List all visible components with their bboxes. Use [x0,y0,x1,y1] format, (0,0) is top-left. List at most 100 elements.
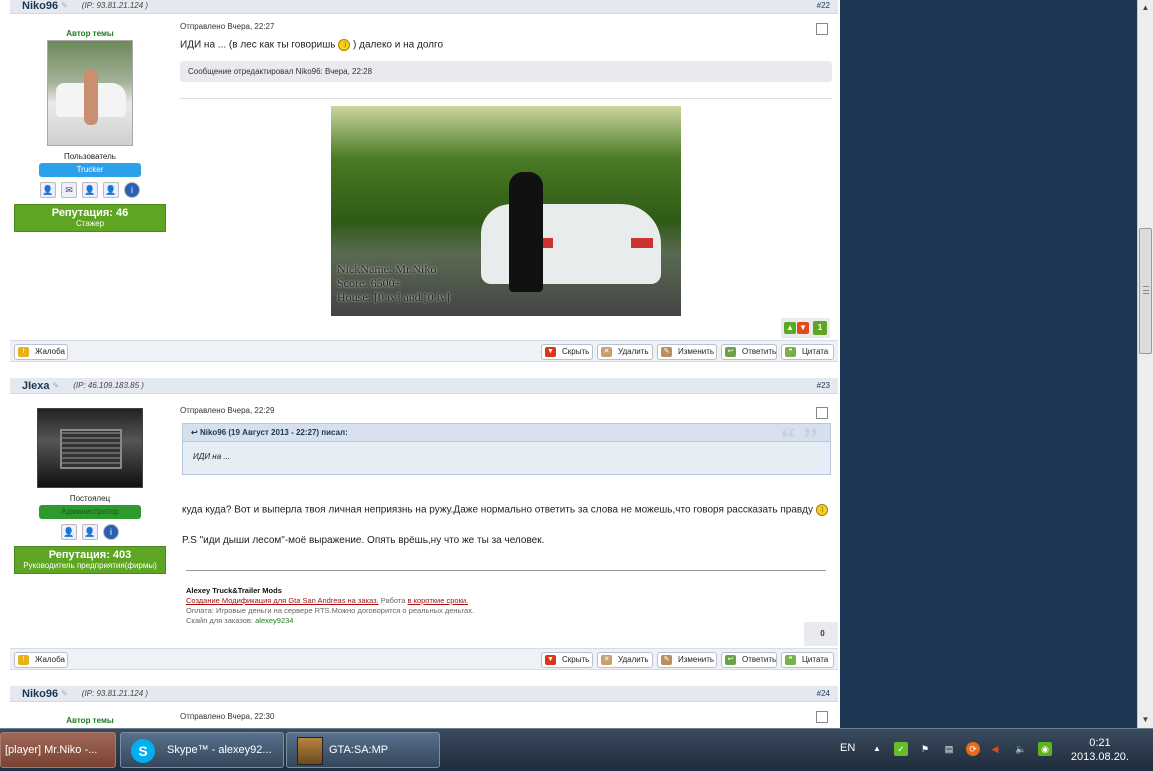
sig-skype: alexey9234 [255,616,294,625]
reputation-value: Репутация: 403 [48,549,132,561]
ip-address: (IP: 93.81.21.124 ) [81,689,149,698]
user-profile-icon[interactable]: 👤 [61,524,77,540]
report-button[interactable]: ! Жалоба [14,652,68,668]
edit-button[interactable]: ✎ Изменить [657,344,717,360]
post-number[interactable]: #22 [817,1,830,10]
author-name[interactable]: Niko96 [22,688,58,700]
scroll-up-arrow-icon[interactable]: ▲ [1138,0,1153,16]
vertical-scrollbar[interactable]: ▲ ▼ [1137,0,1153,728]
profile-icons: 👤 👤 i [10,524,170,540]
edit-button[interactable]: ✎ Изменить [657,652,717,668]
post-24: Niko96 ✎ (IP: 93.81.21.124 ) #24 Автор т… [10,686,838,728]
info-icon[interactable]: i [124,182,140,198]
sent-time: Отправлено Вчера, 22:30 [180,712,275,721]
report-button[interactable]: ! Жалоба [14,344,68,360]
signature: Alexey Truck&Trailer Mods Создание Модиф… [186,586,826,626]
network-icon[interactable]: ▤ [942,742,956,756]
profile-icons: 👤 ✉ 👤 👤 i [10,182,170,198]
sent-time: Отправлено Вчера, 22:27 [180,22,275,31]
show-hidden-icons-icon[interactable]: ▲ [870,742,884,756]
hide-button[interactable]: ▼ Скрыть [541,344,593,360]
system-tray: EN ▲ ✓ ⚑ ▤ ⟳ ◀ 🔈 ◉ 0:21 2013.08.20. [836,729,1153,771]
shield-icon[interactable]: ✓ [894,742,908,756]
task-skype[interactable]: S Skype™ - alexey92... [120,732,284,768]
clock[interactable]: 0:21 2013.08.20. [1071,736,1129,764]
smiley-icon: :) [338,39,351,51]
post-number[interactable]: #24 [817,689,830,698]
clock-date: 2013.08.20. [1070,751,1129,763]
nvidia-icon[interactable]: ◉ [1038,742,1052,756]
member-group: Постоялец [69,494,111,503]
message-text: куда куда? Вот и выперла твоя личная неп… [182,504,832,516]
topic-starter-label: Автор темы [66,716,114,725]
page-background-right [840,0,1137,728]
language-indicator[interactable]: EN [840,742,855,754]
reputation-box: Репутация: 46 Стажер [14,204,166,232]
rating-count: 1 [813,321,827,335]
member-group: Пользователь [64,152,116,161]
post-rating: 0 [804,622,838,646]
message-icon[interactable]: ✉ [61,182,77,198]
add-friend-icon[interactable]: 👤 [82,524,98,540]
action-center-flag-icon[interactable]: ⚑ [918,742,932,756]
reply-button[interactable]: ↩ Ответить [721,344,777,360]
sig-link-order[interactable]: Создание Модификация для Gta San Andreas… [186,596,379,605]
group-badge: Trucker [39,163,141,177]
hide-button[interactable]: ▼ Скрыть [541,652,593,668]
post-content: Отправлено Вчера, 22:27 ИДИ на ... (в ле… [180,22,832,99]
thumbs-up-icon[interactable]: ▲ [784,322,796,334]
task-player-window[interactable]: [player] Mr.Niko -... [0,732,116,768]
avatar[interactable] [37,408,143,488]
author-name[interactable]: JIexa [22,380,50,392]
post-23: JIexa ✎ (IP: 46.109.183.85 ) #23 Постоял… [10,378,838,670]
select-post-checkbox[interactable] [816,23,828,35]
author-info: Постоялец Администратор 👤 👤 i Репутация:… [10,394,170,574]
profile-link-icon[interactable]: ✎ [61,689,68,698]
select-post-checkbox[interactable] [816,711,828,723]
sig-link-fast[interactable]: в короткие сроки. [408,596,469,605]
forum-page: Niko96 ✎ (IP: 93.81.21.124 ) #22 Автор т… [0,0,840,728]
post-22: Niko96 ✎ (IP: 93.81.21.124 ) #22 Автор т… [10,0,838,363]
skype-icon: S [131,739,155,763]
user-profile-icon[interactable]: 👤 [40,182,56,198]
select-post-checkbox[interactable] [816,407,828,419]
group-badge: Администратор [39,505,141,519]
avatar[interactable] [47,40,133,146]
reputation-title: Стажер [75,219,105,228]
reply-button[interactable]: ↩ Ответить [721,652,777,668]
author-info: Автор темы [10,702,170,725]
scrollbar-thumb[interactable] [1139,228,1152,354]
quote-button[interactable]: ❝ Цитата [781,344,834,360]
author-info: Автор темы Пользователь Trucker 👤 ✉ 👤 👤 … [10,14,170,232]
ip-address: (IP: 46.109.183.85 ) [73,381,144,390]
post-image[interactable]: NickName: Mr.Niko Score: 6500+ House: [0… [331,106,681,316]
update-icon[interactable]: ⟳ [966,742,980,756]
message-ps: P.S "иди дыши лесом"-моё выражение. Опят… [182,535,545,546]
quote-button[interactable]: ❝ Цитата [781,652,834,668]
quote-icon: ↩ [191,428,200,437]
post-action-bar: ! Жалоба ▼ Скрыть ✕ Удалить ✎ Изменить ↩ Отве… [10,340,838,362]
post-header: Niko96 ✎ (IP: 93.81.21.124 ) #22 [10,0,838,14]
post-number[interactable]: #23 [817,381,830,390]
info-icon[interactable]: i [103,524,119,540]
scroll-down-arrow-icon[interactable]: ▼ [1138,712,1153,728]
add-friend-icon[interactable]: 👤 [82,182,98,198]
edit-notice: Сообщение отредактировал Niko96: Вчера, … [180,61,832,82]
sound-alert-icon[interactable]: ◀ [988,742,1002,756]
signature-divider [186,570,826,571]
post-header: Niko96 ✎ (IP: 93.81.21.124 ) #24 [10,686,838,702]
divider [180,98,832,99]
user-card-icon[interactable]: 👤 [103,182,119,198]
post-rating: ▲ ▼ 1 [781,318,830,338]
delete-button[interactable]: ✕ Удалить [597,344,653,360]
author-name[interactable]: Niko96 [22,0,58,12]
thumbs-down-icon[interactable]: ▼ [797,322,809,334]
volume-icon[interactable]: 🔈 [1014,742,1028,756]
smiley-icon: :) [815,504,828,516]
profile-link-icon[interactable]: ✎ [53,381,60,390]
profile-link-icon[interactable]: ✎ [61,1,68,10]
task-gta-samp[interactable]: GTA:SA:MP [286,732,440,768]
reputation-box: Репутация: 403 Руководитель предприятия(… [14,546,166,574]
delete-button[interactable]: ✕ Удалить [597,652,653,668]
clock-time: 0:21 [1089,737,1111,749]
